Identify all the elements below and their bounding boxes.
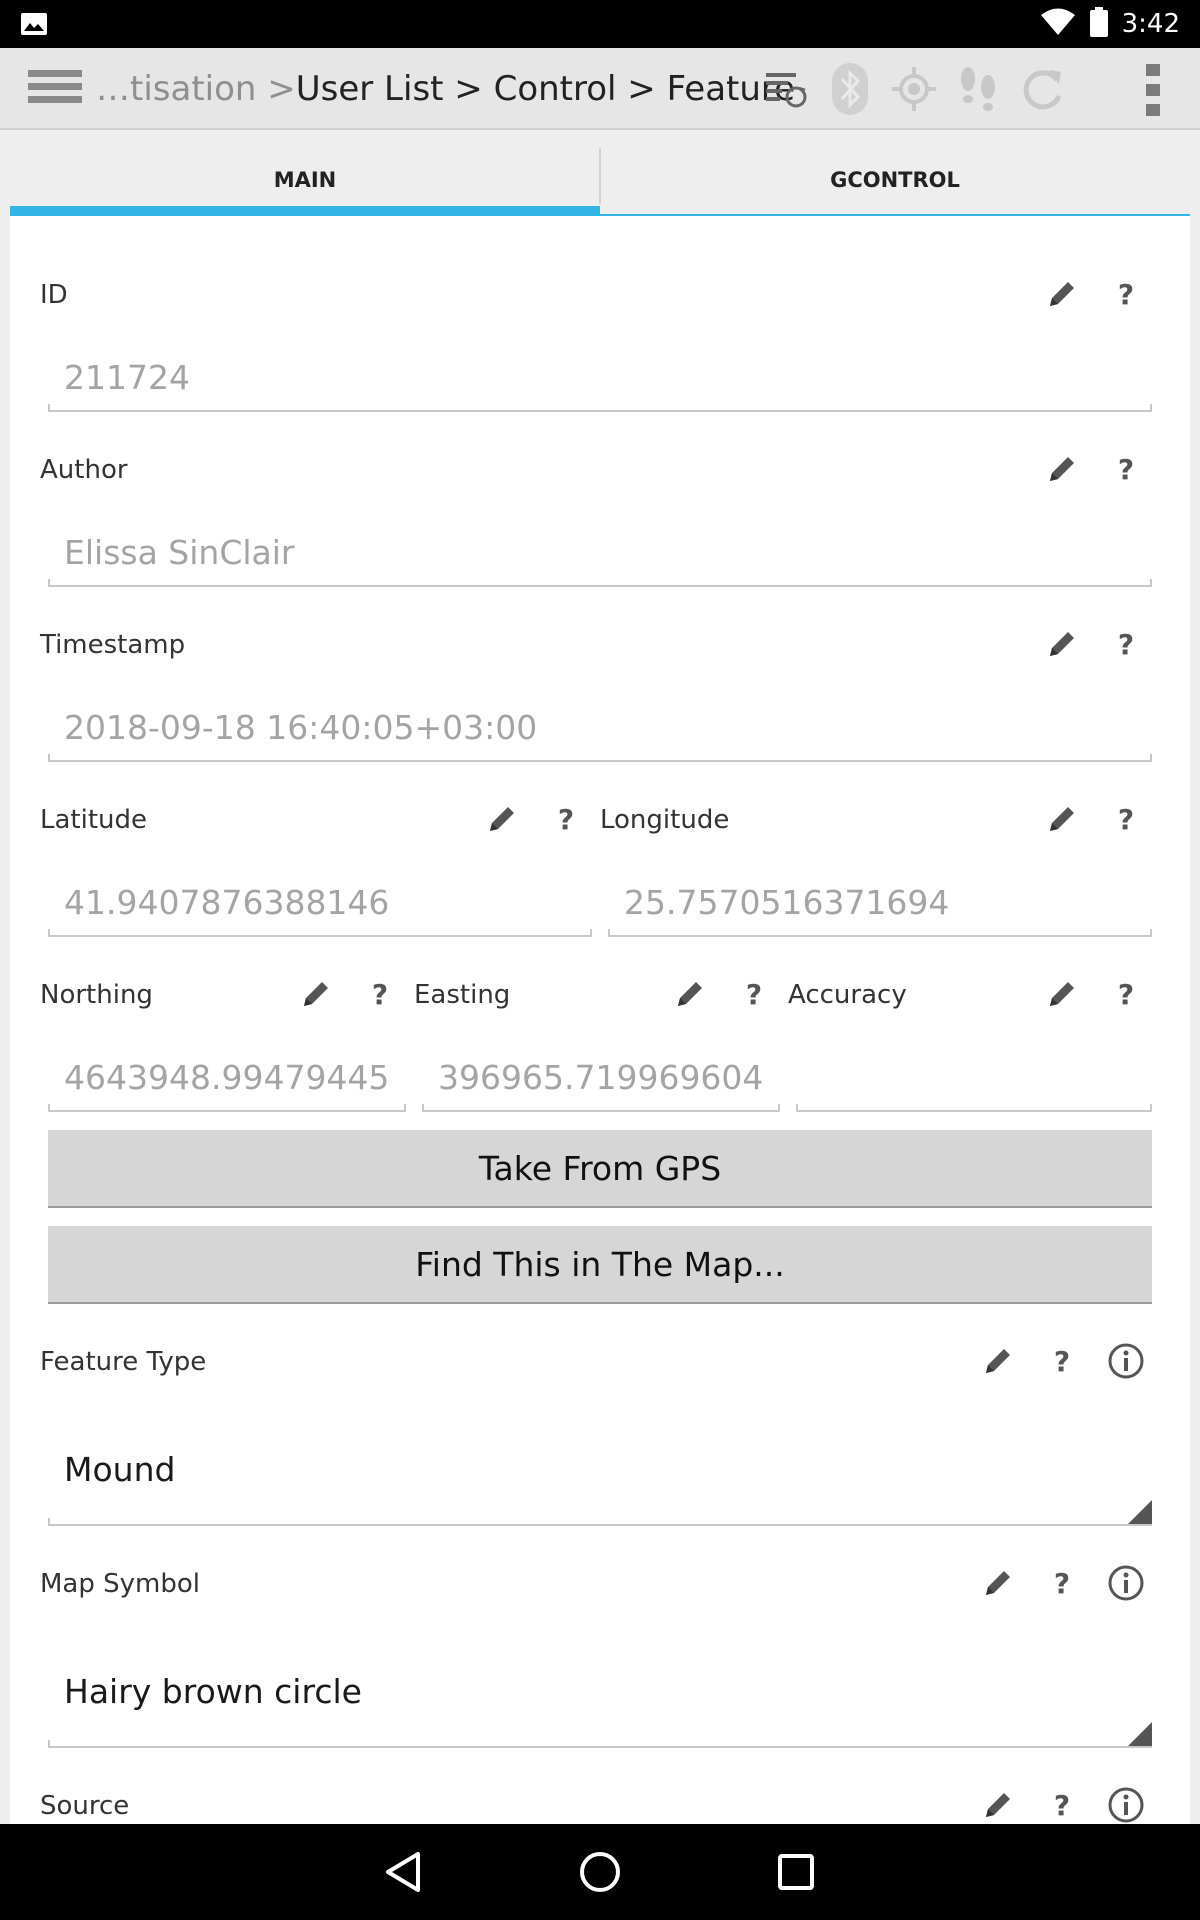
latitude-field-underline bbox=[48, 929, 592, 937]
help-icon[interactable]: ? bbox=[362, 976, 398, 1012]
northing-field-underline bbox=[48, 1104, 406, 1112]
action-bar: …tisation > User List > Control > Featur… bbox=[0, 48, 1200, 130]
easting-field[interactable]: 396965.719969604 bbox=[438, 1058, 763, 1097]
edit-pencil-icon[interactable] bbox=[1044, 276, 1080, 312]
help-icon[interactable]: ? bbox=[1108, 626, 1144, 662]
footsteps-tracking-icon[interactable] bbox=[946, 48, 1010, 130]
back-icon[interactable] bbox=[376, 1844, 432, 1900]
form-panel: ID ? 211724 Author ? Elissa SinClair Tim… bbox=[10, 216, 1190, 1824]
help-icon[interactable]: ? bbox=[548, 801, 584, 837]
breadcrumb-current-path: User List > Control > Feature bbox=[295, 69, 796, 109]
help-icon[interactable]: ? bbox=[1044, 1565, 1080, 1601]
recents-icon[interactable] bbox=[768, 1844, 824, 1900]
longitude-field[interactable]: 25.7570516371694 bbox=[624, 883, 949, 922]
author-field[interactable]: Elissa SinClair bbox=[64, 533, 294, 572]
hamburger-menu-icon[interactable] bbox=[28, 70, 82, 110]
navigation-bar bbox=[0, 1824, 1200, 1920]
edit-pencil-icon[interactable] bbox=[298, 976, 334, 1012]
timestamp-label: Timestamp bbox=[40, 630, 186, 660]
edit-pencil-icon[interactable] bbox=[1044, 976, 1080, 1012]
feature-type-underline bbox=[48, 1518, 1152, 1526]
clock: 3:42 bbox=[1121, 9, 1180, 39]
edit-pencil-icon[interactable] bbox=[980, 1565, 1016, 1601]
tab-divider bbox=[599, 148, 601, 204]
battery-icon bbox=[1089, 7, 1108, 41]
help-icon[interactable]: ? bbox=[1044, 1787, 1080, 1823]
tab-main[interactable]: MAIN bbox=[10, 144, 600, 216]
help-icon[interactable]: ? bbox=[1108, 801, 1144, 837]
edit-pencil-icon[interactable] bbox=[980, 1343, 1016, 1379]
info-icon[interactable] bbox=[1108, 1343, 1144, 1379]
id-field-underline bbox=[48, 404, 1152, 412]
author-field-underline bbox=[48, 579, 1152, 587]
edit-pencil-icon[interactable] bbox=[484, 801, 520, 837]
easting-label: Easting bbox=[414, 980, 511, 1010]
map-symbol-label: Map Symbol bbox=[40, 1569, 200, 1599]
edit-pencil-icon[interactable] bbox=[672, 976, 708, 1012]
help-icon[interactable]: ? bbox=[736, 976, 772, 1012]
id-label: ID bbox=[40, 280, 68, 310]
image-notification-icon bbox=[20, 12, 48, 40]
longitude-label: Longitude bbox=[600, 805, 730, 835]
wifi-icon bbox=[1040, 8, 1076, 40]
northing-field[interactable]: 4643948.99479445 bbox=[64, 1058, 389, 1097]
source-label: Source bbox=[40, 1791, 130, 1821]
refresh-icon[interactable] bbox=[1010, 48, 1074, 130]
easting-field-underline bbox=[422, 1104, 780, 1112]
tab-bar: MAIN GCONTROL bbox=[10, 144, 1190, 216]
timestamp-field-underline bbox=[48, 754, 1152, 762]
edit-pencil-icon[interactable] bbox=[980, 1787, 1016, 1823]
tab-gcontrol[interactable]: GCONTROL bbox=[600, 144, 1190, 216]
breadcrumb: …tisation > User List > Control > Featur… bbox=[96, 48, 795, 130]
sync-list-icon[interactable] bbox=[754, 48, 818, 130]
timestamp-field[interactable]: 2018-09-18 16:40:05+03:00 bbox=[64, 708, 537, 747]
bluetooth-icon[interactable] bbox=[818, 48, 882, 130]
info-icon[interactable] bbox=[1108, 1565, 1144, 1601]
accuracy-field-underline bbox=[796, 1104, 1152, 1112]
latitude-field[interactable]: 41.9407876388146 bbox=[64, 883, 389, 922]
latitude-label: Latitude bbox=[40, 805, 148, 835]
help-icon[interactable]: ? bbox=[1108, 276, 1144, 312]
map-symbol-select[interactable]: Hairy brown circle bbox=[64, 1672, 362, 1711]
home-icon[interactable] bbox=[572, 1844, 628, 1900]
accuracy-label: Accuracy bbox=[788, 980, 907, 1010]
dropdown-arrow-icon[interactable] bbox=[1128, 1722, 1152, 1746]
map-symbol-underline bbox=[48, 1740, 1152, 1748]
feature-type-select[interactable]: Mound bbox=[64, 1450, 175, 1489]
longitude-field-underline bbox=[608, 929, 1152, 937]
feature-type-label: Feature Type bbox=[40, 1347, 207, 1377]
take-from-gps-button[interactable]: Take From GPS bbox=[48, 1130, 1152, 1208]
breadcrumb-truncated-prefix[interactable]: …tisation > bbox=[96, 69, 296, 109]
edit-pencil-icon[interactable] bbox=[1044, 451, 1080, 487]
author-label: Author bbox=[40, 455, 128, 485]
northing-label: Northing bbox=[40, 980, 153, 1010]
help-icon[interactable]: ? bbox=[1044, 1343, 1080, 1379]
edit-pencil-icon[interactable] bbox=[1044, 626, 1080, 662]
find-in-map-button[interactable]: Find This in The Map... bbox=[48, 1226, 1152, 1304]
dropdown-arrow-icon[interactable] bbox=[1128, 1500, 1152, 1524]
overflow-menu-icon[interactable] bbox=[1146, 64, 1162, 116]
id-field[interactable]: 211724 bbox=[64, 358, 190, 397]
edit-pencil-icon[interactable] bbox=[1044, 801, 1080, 837]
help-icon[interactable]: ? bbox=[1108, 451, 1144, 487]
gps-locate-icon[interactable] bbox=[882, 48, 946, 130]
status-bar: 3:42 bbox=[0, 0, 1200, 48]
help-icon[interactable]: ? bbox=[1108, 976, 1144, 1012]
info-icon[interactable] bbox=[1108, 1787, 1144, 1823]
